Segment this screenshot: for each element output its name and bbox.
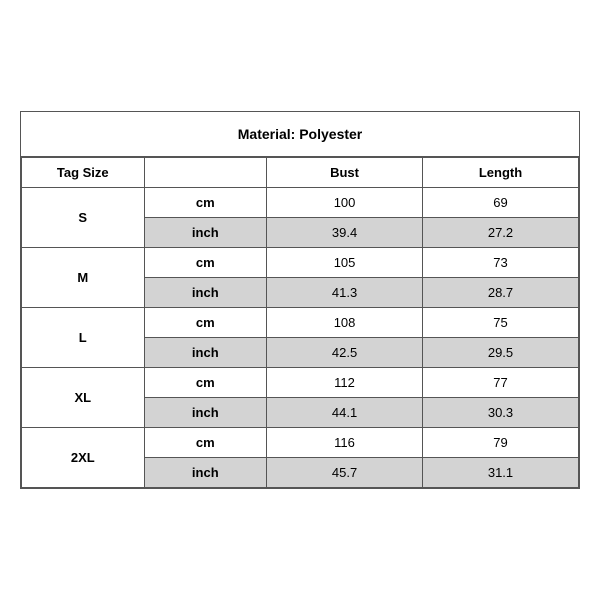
unit-inch-cell: inch [144, 338, 267, 368]
tag-size-cell: XL [22, 368, 145, 428]
header-length: Length [423, 158, 579, 188]
unit-inch-cell: inch [144, 218, 267, 248]
table-row: M cm 105 73 [22, 248, 579, 278]
table-row: L cm 108 75 [22, 308, 579, 338]
cm-length-cell: 73 [423, 248, 579, 278]
size-chart-container: Material: Polyester Tag Size Bust Length… [20, 111, 580, 489]
cm-length-cell: 69 [423, 188, 579, 218]
table-row: S cm 100 69 [22, 188, 579, 218]
header-bust: Bust [267, 158, 423, 188]
unit-inch-cell: inch [144, 398, 267, 428]
tag-size-cell: M [22, 248, 145, 308]
inch-bust-cell: 45.7 [267, 458, 423, 488]
tag-size-cell: S [22, 188, 145, 248]
inch-bust-cell: 44.1 [267, 398, 423, 428]
size-table: Tag Size Bust Length S cm 100 69 inch 39… [21, 157, 579, 488]
inch-length-cell: 28.7 [423, 278, 579, 308]
unit-inch-cell: inch [144, 278, 267, 308]
inch-length-cell: 27.2 [423, 218, 579, 248]
unit-cm-cell: cm [144, 368, 267, 398]
inch-bust-cell: 39.4 [267, 218, 423, 248]
cm-bust-cell: 116 [267, 428, 423, 458]
cm-length-cell: 77 [423, 368, 579, 398]
tag-size-cell: L [22, 308, 145, 368]
cm-length-cell: 79 [423, 428, 579, 458]
inch-length-cell: 29.5 [423, 338, 579, 368]
cm-bust-cell: 112 [267, 368, 423, 398]
tag-size-cell: 2XL [22, 428, 145, 488]
header-unit [144, 158, 267, 188]
cm-bust-cell: 108 [267, 308, 423, 338]
inch-length-cell: 30.3 [423, 398, 579, 428]
table-row: XL cm 112 77 [22, 368, 579, 398]
header-tag-size: Tag Size [22, 158, 145, 188]
unit-inch-cell: inch [144, 458, 267, 488]
unit-cm-cell: cm [144, 188, 267, 218]
cm-bust-cell: 105 [267, 248, 423, 278]
cm-bust-cell: 100 [267, 188, 423, 218]
unit-cm-cell: cm [144, 248, 267, 278]
inch-length-cell: 31.1 [423, 458, 579, 488]
unit-cm-cell: cm [144, 308, 267, 338]
inch-bust-cell: 42.5 [267, 338, 423, 368]
chart-title: Material: Polyester [21, 112, 579, 157]
table-row: 2XL cm 116 79 [22, 428, 579, 458]
inch-bust-cell: 41.3 [267, 278, 423, 308]
unit-cm-cell: cm [144, 428, 267, 458]
header-row: Tag Size Bust Length [22, 158, 579, 188]
cm-length-cell: 75 [423, 308, 579, 338]
